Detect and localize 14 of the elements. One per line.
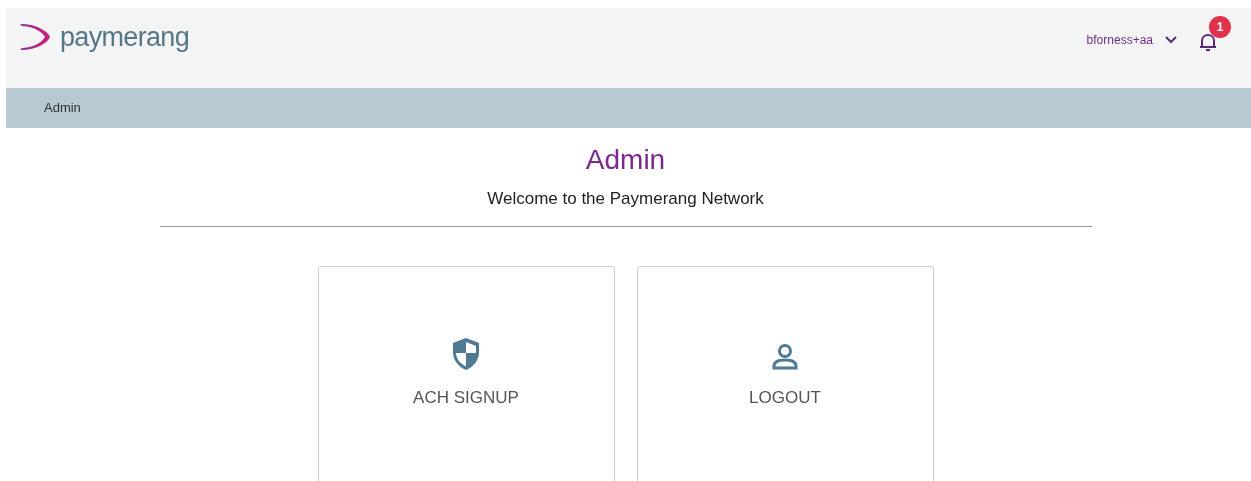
- notification-badge: 1: [1209, 16, 1231, 38]
- menu-card[interactable]: LOGOUT: [636, 265, 934, 481]
- user-menu[interactable]: bforness+aa: [1086, 31, 1177, 49]
- notification-button[interactable]: 1: [1197, 16, 1231, 52]
- logo-text: paymerang: [60, 23, 189, 51]
- logo-icon: [18, 22, 52, 52]
- page-subtitle: Welcome to the Paymerang Network: [487, 188, 764, 210]
- breadcrumb-item[interactable]: Admin: [44, 98, 81, 118]
- bell-icon: [1199, 32, 1217, 52]
- page-title: Admin: [585, 143, 666, 177]
- user-icon: [771, 342, 799, 371]
- shield-icon: [451, 336, 481, 371]
- chevron-down-icon: [1165, 36, 1177, 44]
- menu-card[interactable]: ACH SIGNUP: [317, 265, 615, 481]
